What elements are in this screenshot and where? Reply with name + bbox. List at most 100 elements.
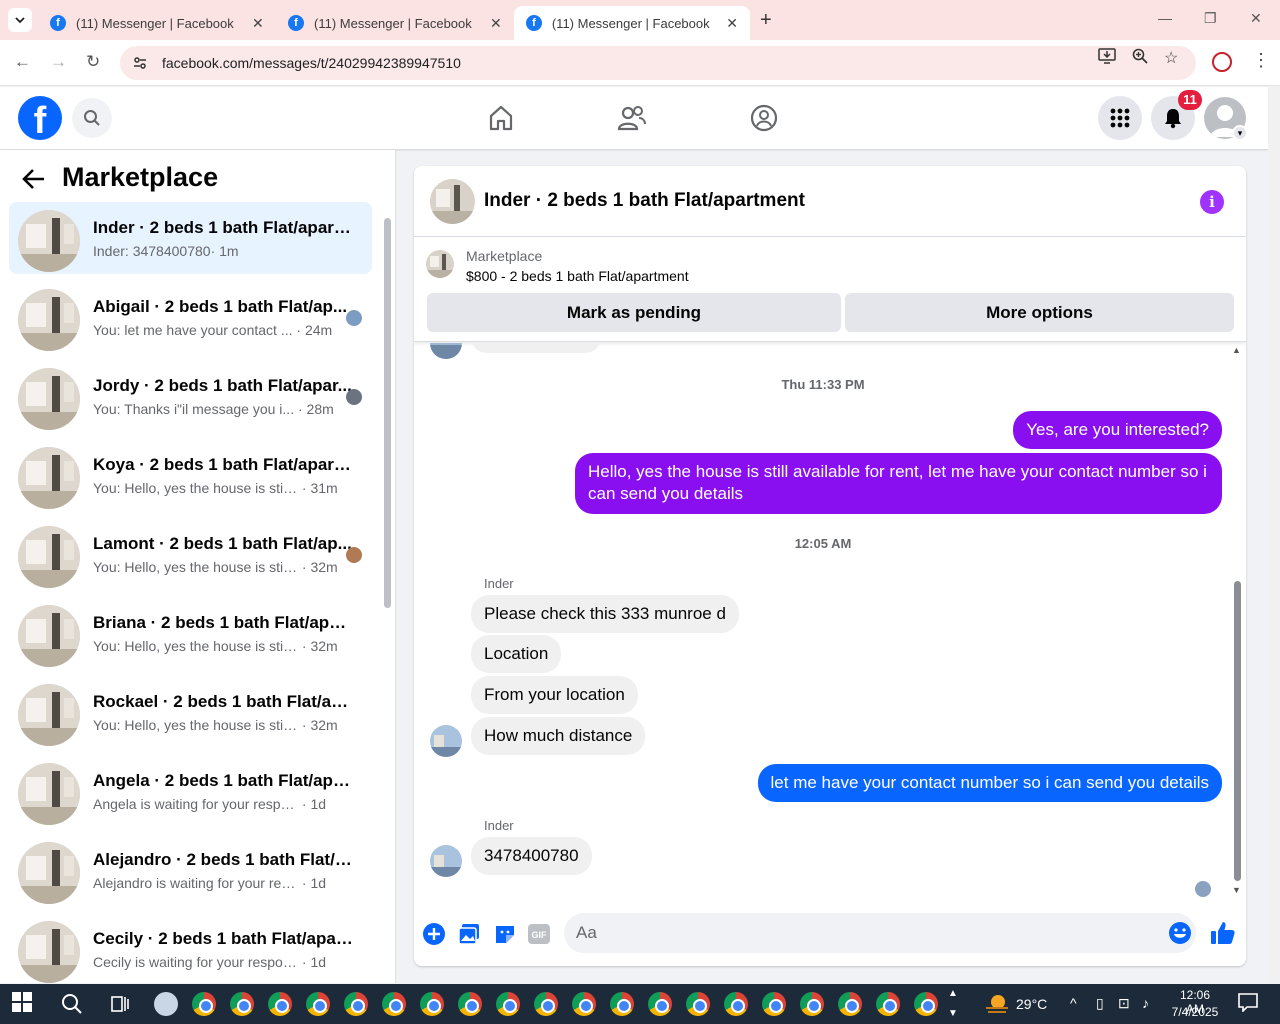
sender-avatar[interactable] [430,725,462,757]
chrome-app-icon[interactable] [344,992,368,1016]
close-window-icon[interactable]: ✕ [1250,10,1262,27]
chat-title[interactable]: Inder · 2 beds 1 bath Flat/apartment [484,190,805,212]
app-icon[interactable] [154,992,178,1016]
forward-arrow-icon[interactable]: → [50,52,67,72]
more-options-button[interactable]: More options [845,293,1234,332]
close-tab-icon[interactable]: ✕ [726,15,738,32]
install-app-icon[interactable] [1098,48,1116,69]
conversation-item[interactable]: Abigail · 2 beds 1 bath Flat/ap... You: l… [9,281,372,353]
sender-avatar[interactable] [430,845,462,877]
sent-message[interactable]: Yes, are you interested? [1013,411,1222,449]
received-message[interactable]: 3478400780 [471,837,592,875]
groups-nav-button[interactable] [747,101,781,135]
chrome-app-icon[interactable] [914,992,938,1016]
browser-tab-2[interactable]: f (11) Messenger | Facebook ✕ [276,6,514,40]
photo-icon[interactable] [457,922,481,946]
windows-start-icon[interactable] [12,992,36,1016]
conversation-item[interactable]: Lamont · 2 beds 1 bath Flat/ap... You: He… [9,518,372,590]
conversation-item[interactable]: Alejandro · 2 beds 1 bath Flat/ap... Alej… [9,834,372,906]
plus-icon[interactable] [422,922,446,946]
site-settings-icon[interactable] [132,55,148,71]
chrome-app-icon[interactable] [534,992,558,1016]
received-message[interactable]: From your location [471,676,638,714]
sidebar-scrollbar[interactable] [384,218,391,608]
weather-temperature[interactable]: 29°C [1016,996,1047,1012]
chrome-app-icon[interactable] [192,992,216,1016]
close-tab-icon[interactable]: ✕ [490,15,502,32]
received-message[interactable]: How much distance [471,717,646,755]
chrome-app-icon[interactable] [458,992,482,1016]
close-tab-icon[interactable]: ✕ [252,15,264,32]
gif-icon[interactable]: GIF [527,922,551,946]
conversation-item[interactable]: Angela · 2 beds 1 bath Flat/apart... Ange… [9,755,372,827]
listing-thumbnail-small[interactable] [426,250,454,278]
browser-tab-1[interactable]: f (11) Messenger | Facebook ✕ [38,6,276,40]
back-arrow-icon[interactable] [22,166,46,197]
chevron-down-icon[interactable]: ▾ [1232,125,1248,141]
chrome-app-icon[interactable] [268,992,292,1016]
volume-icon[interactable]: ♪ [1142,995,1149,1011]
conversation-item[interactable]: Cecily · 2 beds 1 bath Flat/apart... Ceci… [9,913,372,983]
emoji-icon[interactable] [1168,921,1192,945]
received-message[interactable]: Location [471,635,562,673]
conversation-item[interactable]: Briana · 2 beds 1 bath Flat/apart... You:… [9,597,372,669]
chrome-app-icon[interactable] [724,992,748,1016]
sent-message[interactable]: let me have your contact number so i can… [757,764,1222,802]
notification-center-icon[interactable] [1238,992,1262,1016]
message-input-field[interactable] [564,913,1196,953]
weather-icon[interactable] [984,992,1008,1016]
minimize-icon[interactable]: — [1158,10,1172,26]
sent-message[interactable]: Hello, yes the house is still available … [575,453,1222,514]
task-view-icon[interactable] [108,992,132,1016]
chrome-app-icon[interactable] [762,992,786,1016]
chrome-app-icon[interactable] [382,992,406,1016]
network-icon[interactable]: ⊡ [1118,995,1130,1012]
page-scrollbar[interactable] [1268,87,1280,983]
browser-tab-3-active[interactable]: f (11) Messenger | Facebook ✕ [514,6,750,40]
message-input[interactable] [576,923,1136,943]
facebook-logo-icon[interactable]: f [18,96,62,140]
device-icon[interactable]: ▯ [1096,995,1104,1012]
zoom-icon[interactable] [1132,48,1148,69]
chrome-app-icon[interactable] [610,992,634,1016]
chrome-app-icon[interactable] [496,992,520,1016]
clock-date[interactable]: 7/4/2025 [1170,1005,1220,1019]
tab-search-button[interactable] [8,8,32,32]
listing-thumbnail[interactable] [430,179,475,224]
scroll-down-icon[interactable]: ▼ [1232,885,1241,895]
back-arrow-icon[interactable]: ← [14,52,31,72]
chrome-app-icon[interactable] [838,992,862,1016]
info-icon[interactable]: i [1200,190,1224,214]
chrome-app-icon[interactable] [420,992,444,1016]
show-hidden-icons[interactable]: ^ [1070,995,1077,1011]
received-message[interactable]: Please check this 333 munroe d [471,595,739,633]
conversation-item[interactable]: Koya · 2 beds 1 bath Flat/apartm... You: … [9,439,372,511]
thread-scrollbar[interactable] [1234,581,1241,881]
restore-icon[interactable]: ❐ [1204,10,1217,27]
address-bar[interactable]: facebook.com/messages/t/2402994238994751… [120,46,1196,80]
new-tab-icon[interactable]: + [760,9,772,32]
browser-profile-icon[interactable] [1212,52,1232,72]
thumbs-up-icon[interactable] [1210,920,1236,946]
sender-avatar[interactable] [430,343,462,359]
reload-icon[interactable]: ↻ [86,52,100,72]
sticker-icon[interactable] [493,922,517,946]
conversation-item[interactable]: Rockael · 2 beds 1 bath Flat/apar... You:… [9,676,372,748]
bookmark-star-icon[interactable]: ☆ [1164,48,1178,68]
home-nav-button[interactable] [484,101,518,135]
chrome-app-icon[interactable] [800,992,824,1016]
mark-as-pending-button[interactable]: Mark as pending [427,293,841,332]
friends-nav-button[interactable] [615,101,649,135]
chrome-app-icon[interactable] [306,992,330,1016]
search-icon[interactable] [60,992,84,1016]
chrome-app-icon[interactable] [876,992,900,1016]
browser-menu-icon[interactable]: ⋮ [1252,50,1270,71]
scroll-up-icon[interactable]: ▲ [1232,345,1241,355]
chevron-up-icon[interactable]: ▲ [948,988,958,999]
search-button[interactable] [72,98,112,138]
chevron-down-icon[interactable]: ▼ [948,1008,958,1019]
menu-button[interactable] [1098,96,1142,140]
chrome-app-icon[interactable] [230,992,254,1016]
conversation-item[interactable]: Jordy · 2 beds 1 bath Flat/apar... You: T… [9,360,372,432]
conversation-item[interactable]: Inder · 2 beds 1 bath Flat/apartm... Inde… [9,202,372,274]
